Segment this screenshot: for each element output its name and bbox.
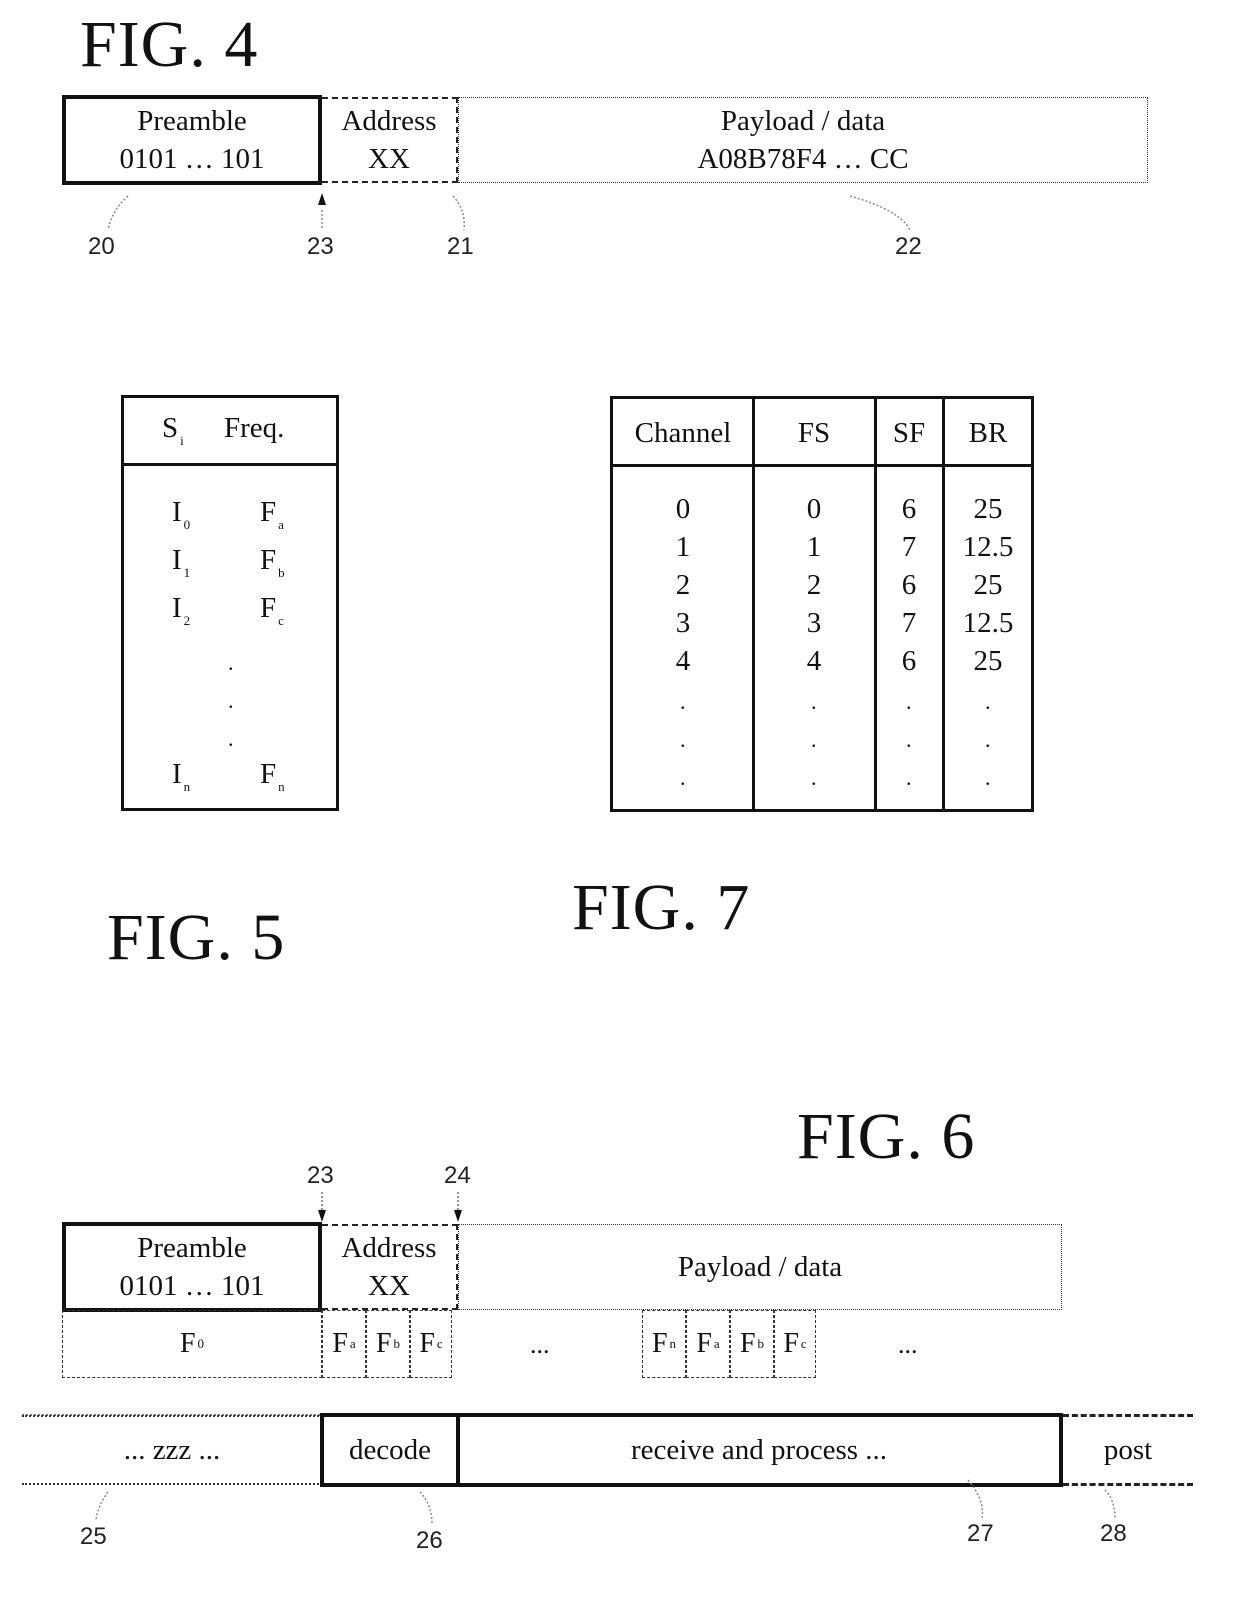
leader-line-20 [107,195,129,231]
leader-line-21 [452,195,466,231]
leader-line-25 [95,1491,109,1521]
fig6-t24-marker-icon [454,1210,462,1222]
leader-lines-overlay [22,193,1116,1525]
leader-line-28 [1104,1489,1116,1519]
leader-line-26 [419,1491,433,1525]
leader-line-22 [849,195,911,231]
fig4-boundary-marker-icon [318,193,326,205]
fig6-t23-marker-icon [318,1210,326,1222]
leader-line-27 [967,1479,984,1519]
